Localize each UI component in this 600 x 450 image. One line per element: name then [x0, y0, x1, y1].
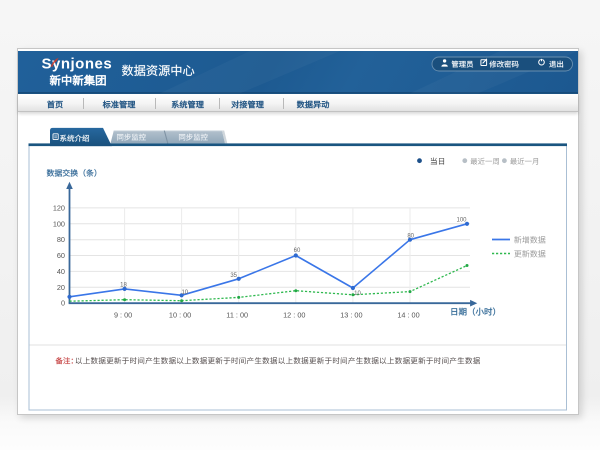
- svg-text:20: 20: [57, 283, 65, 292]
- svg-text:9 : 00: 9 : 00: [114, 310, 132, 319]
- svg-text:100: 100: [456, 217, 467, 223]
- svg-text:12 : 00: 12 : 00: [283, 310, 305, 319]
- svg-text:100: 100: [53, 219, 65, 228]
- svg-text:10 : 00: 10 : 00: [169, 310, 191, 319]
- svg-text:14 : 00: 14 : 00: [397, 310, 419, 319]
- svg-text:10: 10: [354, 291, 361, 297]
- svg-text:120: 120: [53, 203, 65, 212]
- svg-text:11 : 00: 11 : 00: [226, 310, 248, 319]
- svg-text:40: 40: [57, 267, 65, 276]
- svg-text:0: 0: [61, 299, 65, 308]
- svg-text:35: 35: [230, 273, 237, 279]
- svg-text:80: 80: [407, 233, 414, 239]
- svg-text:18: 18: [120, 282, 127, 288]
- svg-text:13 : 00: 13 : 00: [340, 310, 362, 319]
- svg-text:80: 80: [57, 235, 65, 244]
- svg-text:60: 60: [294, 248, 301, 254]
- svg-text:10: 10: [181, 290, 188, 296]
- svg-text:60: 60: [57, 251, 65, 260]
